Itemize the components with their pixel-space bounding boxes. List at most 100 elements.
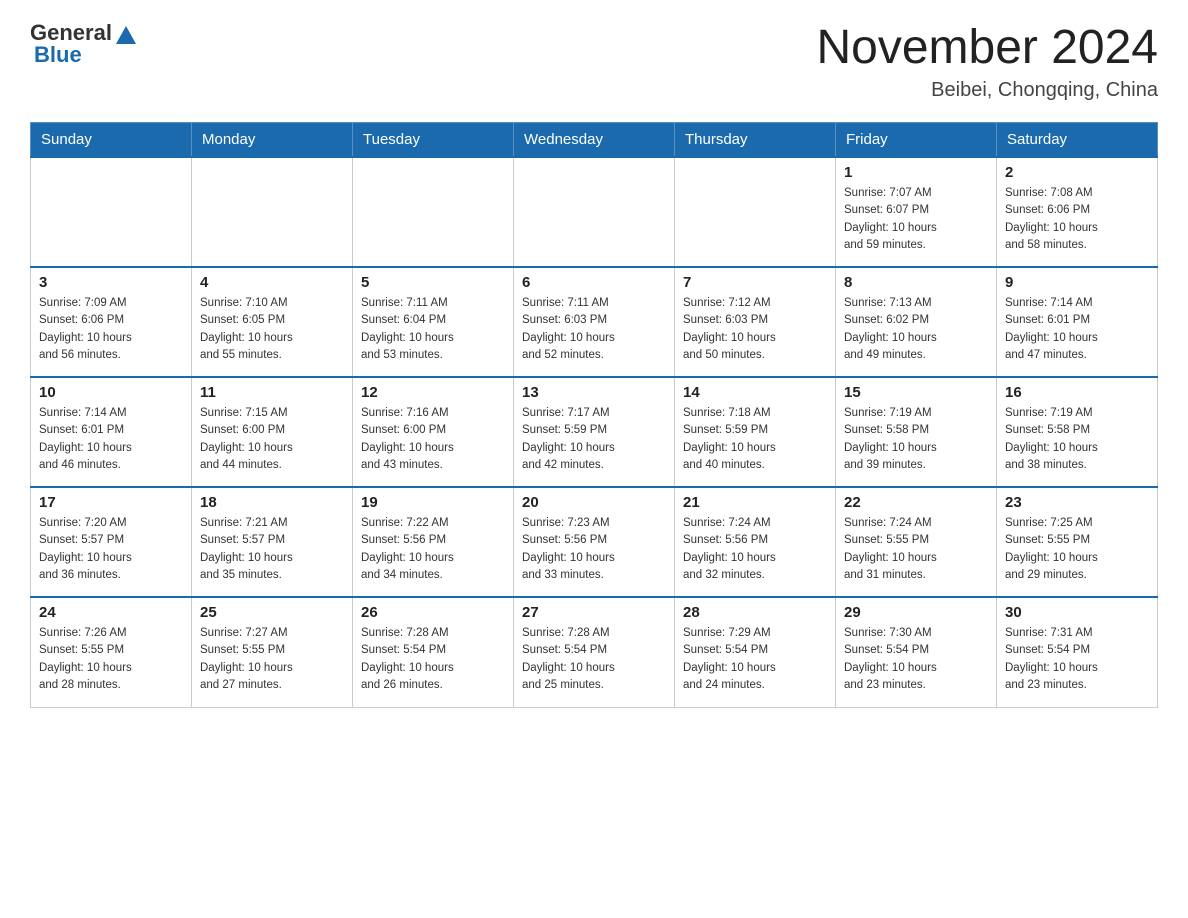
day-number: 25	[200, 604, 344, 621]
day-number: 3	[39, 274, 183, 291]
day-info: Sunrise: 7:18 AM Sunset: 5:59 PM Dayligh…	[683, 405, 827, 474]
day-number: 16	[1005, 384, 1149, 401]
day-number: 13	[522, 384, 666, 401]
day-info: Sunrise: 7:31 AM Sunset: 5:54 PM Dayligh…	[1005, 625, 1149, 694]
day-number: 7	[683, 274, 827, 291]
weekday-header-tuesday: Tuesday	[353, 123, 514, 158]
calendar-cell: 25 Sunrise: 7:27 AM Sunset: 5:55 PM Dayli…	[192, 597, 353, 707]
calendar-cell: 7 Sunrise: 7:12 AM Sunset: 6:03 PM Daylig…	[675, 267, 836, 377]
day-info: Sunrise: 7:17 AM Sunset: 5:59 PM Dayligh…	[522, 405, 666, 474]
calendar-cell: 28 Sunrise: 7:29 AM Sunset: 5:54 PM Dayli…	[675, 597, 836, 707]
calendar-cell: 6Sunrise: 7:11 AM Sunset: 6:03 PM Daylig…	[514, 267, 675, 377]
calendar-cell	[514, 157, 675, 267]
calendar-cell	[31, 157, 192, 267]
day-info: Sunrise: 7:29 AM Sunset: 5:54 PM Dayligh…	[683, 625, 827, 694]
week-row-3: 10 Sunrise: 7:14 AM Sunset: 6:01 PM Dayli…	[31, 377, 1158, 487]
calendar-cell: 30 Sunrise: 7:31 AM Sunset: 5:54 PM Dayli…	[997, 597, 1158, 707]
day-number: 22	[844, 494, 988, 511]
calendar-cell: 20 Sunrise: 7:23 AM Sunset: 5:56 PM Dayli…	[514, 487, 675, 597]
day-info: Sunrise: 7:19 AM Sunset: 5:58 PM Dayligh…	[844, 405, 988, 474]
location-title: Beibei, Chongqing, China	[816, 79, 1158, 102]
day-number: 29	[844, 604, 988, 621]
calendar-cell: 29Sunrise: 7:30 AM Sunset: 5:54 PM Dayli…	[836, 597, 997, 707]
calendar-cell: 1Sunrise: 7:07 AM Sunset: 6:07 PM Daylig…	[836, 157, 997, 267]
day-number: 27	[522, 604, 666, 621]
page-header: General Blue November 2024 Beibei, Chong…	[30, 20, 1158, 102]
calendar-cell: 26 Sunrise: 7:28 AM Sunset: 5:54 PM Dayli…	[353, 597, 514, 707]
day-info: Sunrise: 7:25 AM Sunset: 5:55 PM Dayligh…	[1005, 515, 1149, 584]
weekday-header-saturday: Saturday	[997, 123, 1158, 158]
calendar-cell: 4 Sunrise: 7:10 AM Sunset: 6:05 PM Daylig…	[192, 267, 353, 377]
day-number: 21	[683, 494, 827, 511]
week-row-2: 3 Sunrise: 7:09 AM Sunset: 6:06 PM Daylig…	[31, 267, 1158, 377]
weekday-header-thursday: Thursday	[675, 123, 836, 158]
day-info: Sunrise: 7:19 AM Sunset: 5:58 PM Dayligh…	[1005, 405, 1149, 474]
day-number: 9	[1005, 274, 1149, 291]
day-number: 6	[522, 274, 666, 291]
day-info: Sunrise: 7:26 AM Sunset: 5:55 PM Dayligh…	[39, 625, 183, 694]
day-info: Sunrise: 7:23 AM Sunset: 5:56 PM Dayligh…	[522, 515, 666, 584]
day-number: 11	[200, 384, 344, 401]
calendar-cell: 21 Sunrise: 7:24 AM Sunset: 5:56 PM Dayli…	[675, 487, 836, 597]
day-info: Sunrise: 7:22 AM Sunset: 5:56 PM Dayligh…	[361, 515, 505, 584]
day-number: 26	[361, 604, 505, 621]
calendar-cell	[192, 157, 353, 267]
day-info: Sunrise: 7:24 AM Sunset: 5:56 PM Dayligh…	[683, 515, 827, 584]
calendar-cell: 18Sunrise: 7:21 AM Sunset: 5:57 PM Dayli…	[192, 487, 353, 597]
logo-triangle-icon	[116, 26, 136, 44]
day-info: Sunrise: 7:14 AM Sunset: 6:01 PM Dayligh…	[39, 405, 183, 474]
calendar-cell: 19Sunrise: 7:22 AM Sunset: 5:56 PM Dayli…	[353, 487, 514, 597]
calendar-cell: 8 Sunrise: 7:13 AM Sunset: 6:02 PM Daylig…	[836, 267, 997, 377]
calendar-cell: 27 Sunrise: 7:28 AM Sunset: 5:54 PM Dayli…	[514, 597, 675, 707]
day-number: 8	[844, 274, 988, 291]
day-info: Sunrise: 7:08 AM Sunset: 6:06 PM Dayligh…	[1005, 185, 1149, 254]
day-number: 23	[1005, 494, 1149, 511]
day-info: Sunrise: 7:28 AM Sunset: 5:54 PM Dayligh…	[361, 625, 505, 694]
calendar-cell	[353, 157, 514, 267]
calendar-cell: 24 Sunrise: 7:26 AM Sunset: 5:55 PM Dayli…	[31, 597, 192, 707]
logo-blue-text: Blue	[30, 42, 82, 68]
day-info: Sunrise: 7:27 AM Sunset: 5:55 PM Dayligh…	[200, 625, 344, 694]
week-row-5: 24 Sunrise: 7:26 AM Sunset: 5:55 PM Dayli…	[31, 597, 1158, 707]
week-row-4: 17 Sunrise: 7:20 AM Sunset: 5:57 PM Dayli…	[31, 487, 1158, 597]
calendar-cell: 9 Sunrise: 7:14 AM Sunset: 6:01 PM Daylig…	[997, 267, 1158, 377]
calendar-table: SundayMondayTuesdayWednesdayThursdayFrid…	[30, 122, 1158, 708]
day-number: 30	[1005, 604, 1149, 621]
weekday-header-wednesday: Wednesday	[514, 123, 675, 158]
weekday-header-friday: Friday	[836, 123, 997, 158]
day-info: Sunrise: 7:13 AM Sunset: 6:02 PM Dayligh…	[844, 295, 988, 364]
day-number: 4	[200, 274, 344, 291]
day-info: Sunrise: 7:28 AM Sunset: 5:54 PM Dayligh…	[522, 625, 666, 694]
title-area: November 2024 Beibei, Chongqing, China	[816, 20, 1158, 102]
day-info: Sunrise: 7:09 AM Sunset: 6:06 PM Dayligh…	[39, 295, 183, 364]
day-number: 5	[361, 274, 505, 291]
day-number: 10	[39, 384, 183, 401]
calendar-cell: 17 Sunrise: 7:20 AM Sunset: 5:57 PM Dayli…	[31, 487, 192, 597]
day-number: 12	[361, 384, 505, 401]
calendar-cell: 16 Sunrise: 7:19 AM Sunset: 5:58 PM Dayli…	[997, 377, 1158, 487]
day-number: 14	[683, 384, 827, 401]
weekday-header-monday: Monday	[192, 123, 353, 158]
weekday-header-sunday: Sunday	[31, 123, 192, 158]
day-info: Sunrise: 7:21 AM Sunset: 5:57 PM Dayligh…	[200, 515, 344, 584]
day-number: 2	[1005, 164, 1149, 181]
calendar-header-row: SundayMondayTuesdayWednesdayThursdayFrid…	[31, 123, 1158, 158]
day-number: 1	[844, 164, 988, 181]
day-info: Sunrise: 7:10 AM Sunset: 6:05 PM Dayligh…	[200, 295, 344, 364]
day-info: Sunrise: 7:12 AM Sunset: 6:03 PM Dayligh…	[683, 295, 827, 364]
calendar-cell: 23 Sunrise: 7:25 AM Sunset: 5:55 PM Dayli…	[997, 487, 1158, 597]
day-info: Sunrise: 7:16 AM Sunset: 6:00 PM Dayligh…	[361, 405, 505, 474]
calendar-cell: 10 Sunrise: 7:14 AM Sunset: 6:01 PM Dayli…	[31, 377, 192, 487]
day-number: 28	[683, 604, 827, 621]
day-number: 17	[39, 494, 183, 511]
logo: General Blue	[30, 20, 136, 68]
day-number: 20	[522, 494, 666, 511]
calendar-cell: 13 Sunrise: 7:17 AM Sunset: 5:59 PM Dayli…	[514, 377, 675, 487]
day-info: Sunrise: 7:20 AM Sunset: 5:57 PM Dayligh…	[39, 515, 183, 584]
day-info: Sunrise: 7:14 AM Sunset: 6:01 PM Dayligh…	[1005, 295, 1149, 364]
day-info: Sunrise: 7:11 AM Sunset: 6:04 PM Dayligh…	[361, 295, 505, 364]
calendar-cell: 22Sunrise: 7:24 AM Sunset: 5:55 PM Dayli…	[836, 487, 997, 597]
calendar-cell: 3 Sunrise: 7:09 AM Sunset: 6:06 PM Daylig…	[31, 267, 192, 377]
calendar-cell: 5 Sunrise: 7:11 AM Sunset: 6:04 PM Daylig…	[353, 267, 514, 377]
day-number: 24	[39, 604, 183, 621]
